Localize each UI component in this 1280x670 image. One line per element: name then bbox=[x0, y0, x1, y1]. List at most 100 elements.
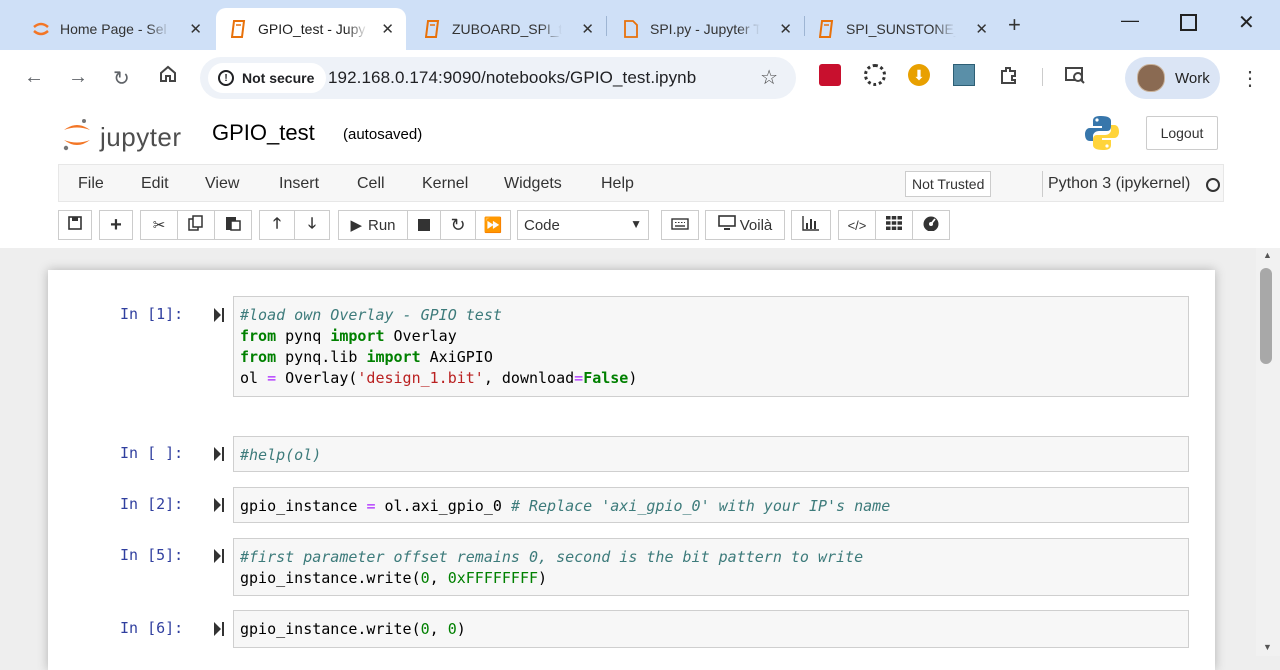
minimize-icon[interactable]: — bbox=[1121, 10, 1139, 31]
notebook-area: In [1]: #load own Overlay - GPIO test fr… bbox=[0, 248, 1256, 670]
menu-view[interactable]: View bbox=[205, 175, 239, 193]
jupyter-logo[interactable]: jupyter bbox=[62, 118, 182, 157]
back-icon[interactable]: ← bbox=[24, 66, 44, 89]
run-button[interactable]: ▶ Run bbox=[338, 210, 408, 240]
address-bar[interactable]: ! Not secure 192.168.0.174:9090/notebook… bbox=[200, 57, 796, 99]
profile-button[interactable]: Work bbox=[1125, 57, 1220, 99]
save-button[interactable] bbox=[58, 210, 92, 240]
tab-label: ZUBOARD_SPI_te bbox=[452, 21, 562, 37]
menu-help[interactable]: Help bbox=[601, 175, 634, 193]
command-palette-button[interactable] bbox=[661, 210, 699, 240]
menu-file[interactable]: File bbox=[78, 175, 104, 193]
notebook-page: In [1]: #load own Overlay - GPIO test fr… bbox=[48, 270, 1215, 670]
restart-icon: ↻ bbox=[450, 214, 466, 235]
sunburst-extension-icon[interactable] bbox=[864, 64, 886, 86]
code-cell[interactable]: #load own Overlay - GPIO test from pynq … bbox=[233, 296, 1189, 397]
grid-icon bbox=[886, 216, 902, 234]
file-icon bbox=[622, 20, 640, 38]
download-extension-icon[interactable]: ⬇ bbox=[908, 64, 930, 86]
notebook-name[interactable]: GPIO_test bbox=[212, 120, 315, 146]
chart-button[interactable] bbox=[791, 210, 831, 240]
extensions-puzzle-icon[interactable] bbox=[998, 64, 1020, 86]
browser-tab-spi-sunstone[interactable]: SPI_SUNSTONE_2 ✕ bbox=[804, 8, 1000, 50]
close-icon[interactable]: ✕ bbox=[189, 20, 202, 38]
scroll-up-icon[interactable]: ▲ bbox=[1263, 250, 1272, 260]
close-icon[interactable]: ✕ bbox=[581, 20, 594, 38]
security-chip[interactable]: ! Not secure bbox=[208, 63, 327, 93]
interrupt-button[interactable] bbox=[407, 210, 441, 240]
code-icon: </> bbox=[847, 217, 867, 233]
fast-forward-icon: ⏩ bbox=[483, 217, 503, 234]
chevron-down-icon: ▼ bbox=[630, 217, 642, 231]
bar-chart-icon bbox=[802, 215, 820, 235]
browser-tab-zuboard[interactable]: ZUBOARD_SPI_te ✕ bbox=[410, 8, 606, 50]
run-label: Run bbox=[368, 216, 396, 234]
monitor-icon bbox=[717, 215, 736, 235]
play-icon: ▶ bbox=[350, 217, 362, 234]
home-icon[interactable] bbox=[158, 64, 178, 90]
move-up-button[interactable]: 🡑 bbox=[259, 210, 295, 240]
menu-kernel[interactable]: Kernel bbox=[422, 175, 468, 193]
board-extension-icon[interactable] bbox=[953, 64, 975, 86]
restart-button[interactable]: ↻ bbox=[440, 210, 476, 240]
code-cell[interactable]: gpio_instance.write(0, 0) bbox=[233, 610, 1189, 648]
move-down-button[interactable]: 🡓 bbox=[294, 210, 330, 240]
grid-view-button[interactable] bbox=[875, 210, 913, 240]
run-cell-icon[interactable] bbox=[213, 307, 225, 323]
copy-icon bbox=[188, 215, 204, 235]
menu-insert[interactable]: Insert bbox=[279, 175, 319, 193]
dashboard-button[interactable] bbox=[912, 210, 950, 240]
code-view-button[interactable]: </> bbox=[838, 210, 876, 240]
insert-cell-button[interactable]: + bbox=[99, 210, 133, 240]
run-cell-icon[interactable] bbox=[213, 621, 225, 637]
cut-button[interactable]: ✂ bbox=[140, 210, 178, 240]
browser-tab-spi-py[interactable]: SPI.py - Jupyter T ✕ bbox=[608, 8, 804, 50]
logout-button[interactable]: Logout bbox=[1146, 116, 1218, 150]
autosave-status: (autosaved) bbox=[343, 126, 423, 143]
browser-tab-strip: Home Page - Sel ✕ GPIO_test - Jupy ✕ ZUB… bbox=[0, 0, 1280, 50]
close-icon[interactable]: ✕ bbox=[779, 20, 792, 38]
code-cell[interactable]: #help(ol) bbox=[233, 436, 1189, 472]
kernel-separator bbox=[1042, 171, 1043, 197]
pdf-extension-icon[interactable] bbox=[819, 64, 841, 86]
paste-button[interactable] bbox=[214, 210, 252, 240]
browser-tab-gpio-test[interactable]: GPIO_test - Jupy ✕ bbox=[216, 8, 406, 50]
not-trusted-button[interactable]: Not Trusted bbox=[905, 171, 992, 197]
cell-prompt: In [ ]: bbox=[120, 444, 184, 462]
run-cell-icon[interactable] bbox=[213, 497, 225, 513]
scrollbar-thumb[interactable] bbox=[1260, 268, 1272, 364]
toolbar-separator bbox=[1042, 68, 1043, 86]
maximize-icon[interactable] bbox=[1180, 14, 1197, 31]
menu-edit[interactable]: Edit bbox=[141, 175, 169, 193]
arrow-down-icon: 🡓 bbox=[308, 214, 316, 232]
run-cell-icon[interactable] bbox=[213, 548, 225, 564]
forward-icon[interactable]: → bbox=[68, 66, 88, 89]
restart-run-all-button[interactable]: ⏩ bbox=[475, 210, 511, 240]
voila-button[interactable]: Voilà bbox=[705, 210, 785, 240]
new-tab-icon[interactable]: + bbox=[1008, 12, 1021, 38]
search-tabs-icon[interactable] bbox=[1064, 64, 1086, 86]
run-cell-icon[interactable] bbox=[213, 446, 225, 462]
notebook-menubar: File Edit View Insert Cell Kernel Widget… bbox=[58, 164, 1224, 202]
warning-icon: ! bbox=[218, 70, 234, 86]
menu-widgets[interactable]: Widgets bbox=[504, 175, 562, 193]
scissors-icon: ✂ bbox=[152, 217, 166, 234]
cell-type-select[interactable]: Code ▼ bbox=[517, 210, 649, 240]
reload-icon[interactable]: ↻ bbox=[113, 66, 130, 91]
jupyter-logo-icon bbox=[62, 118, 92, 157]
browser-menu-icon[interactable]: ⋮ bbox=[1240, 66, 1260, 91]
code-cell[interactable]: gpio_instance = ol.axi_gpio_0 # Replace … bbox=[233, 487, 1189, 523]
scroll-down-icon[interactable]: ▼ bbox=[1263, 642, 1272, 652]
cell-prompt: In [5]: bbox=[120, 546, 184, 564]
browser-tab-home[interactable]: Home Page - Sel ✕ bbox=[18, 8, 214, 50]
bookmark-star-icon[interactable]: ☆ bbox=[760, 65, 778, 90]
close-icon[interactable]: ✕ bbox=[975, 20, 988, 38]
menu-cell[interactable]: Cell bbox=[357, 175, 385, 193]
code-cell[interactable]: #first parameter offset remains 0, secon… bbox=[233, 538, 1189, 596]
kernel-name[interactable]: Python 3 (ipykernel) bbox=[1048, 175, 1190, 193]
tab-label: SPI.py - Jupyter T bbox=[650, 21, 760, 37]
copy-button[interactable] bbox=[177, 210, 215, 240]
url-text[interactable]: 192.168.0.174:9090/notebooks/GPIO_test.i… bbox=[328, 68, 696, 88]
window-close-icon[interactable]: ✕ bbox=[1238, 10, 1255, 35]
close-icon[interactable]: ✕ bbox=[381, 20, 394, 38]
